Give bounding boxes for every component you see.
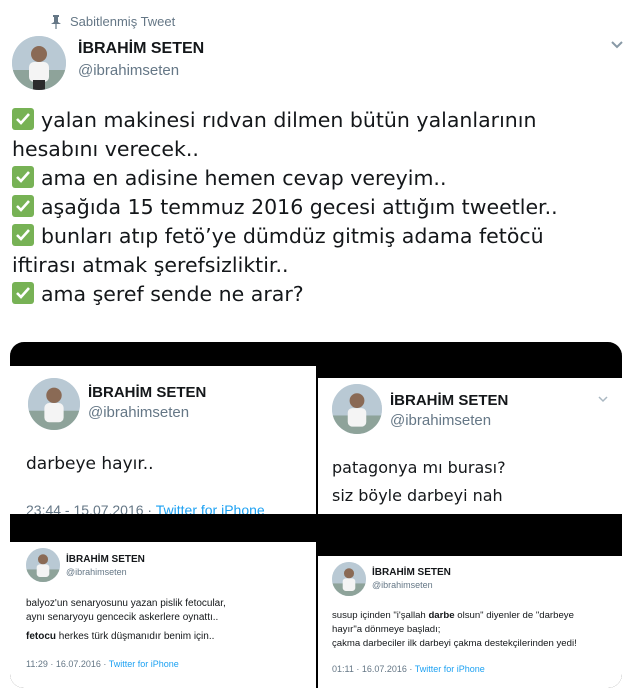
screenshot-bottom-right[interactable]: İBRAHİM SETEN @ibrahimseten susup içinde… [318,516,622,688]
check-mark-icon [12,166,34,188]
tweet-line: yalan makinesi rıdvan dilmen bütün yalan… [12,106,632,135]
screenshot-avatar [332,562,366,596]
check-mark-icon [12,224,34,246]
tweet-line: ama şeref sende ne arar? [12,280,632,309]
screenshot-tweet-text: darbeye hayır.. [26,454,154,474]
screenshot-meta: 23:44 - 15.07.2016 · Twitter for iPhone [26,502,265,514]
pin-icon [51,14,61,29]
redaction-bar [318,342,622,378]
tweet-media-grid[interactable]: İBRAHİM SETEN @ibrahimseten darbeye hayı… [10,342,622,688]
author-handle[interactable]: @ibrahimseten [78,62,179,79]
tweet-line: ama en adisine hemen cevap vereyim.. [12,164,632,193]
redaction-bar [10,516,316,542]
author-name[interactable]: İBRAHİM SETEN [78,40,204,58]
tweet-line: bunları atıp fetö’ye dümdüz gitmiş adama… [12,222,632,251]
screenshot-author-handle: @ibrahimseten [66,567,127,577]
redaction-bar [318,516,622,556]
screenshot-author-name: İBRAHİM SETEN [390,392,509,409]
screenshot-meta: 11:29 · 16.07.2016 · Twitter for iPhone [26,659,179,669]
screenshot-author-handle: @ibrahimseten [390,412,492,429]
screenshot-tweet-line: siz böyle darbeyi nah [332,486,503,505]
screenshot-author-name: İBRAHİM SETEN [88,384,207,401]
tweet-line: iftirası atmak şerefsizliktir.. [12,253,289,277]
check-mark-icon [12,195,34,217]
screenshot-author-handle: @ibrahimseten [372,580,433,590]
screenshot-author-name: İBRAHİM SETEN [66,554,145,565]
screenshot-author-name: İBRAHİM SETEN [372,567,451,578]
screenshot-top-left[interactable]: İBRAHİM SETEN @ibrahimseten darbeye hayı… [10,342,316,514]
screenshot-tweet-line: aynı senaryoyu gencecik askerlere oynatt… [26,612,219,623]
chevron-down-icon[interactable] [610,40,624,50]
chevron-down-icon [598,396,608,403]
check-mark-icon [12,108,34,130]
screenshot-avatar [332,384,382,434]
screenshot-avatar [26,548,60,582]
screenshot-tweet-line: hayır"a dönmeye başladı; [332,624,441,635]
tweet-line: hesabını verecek.. [12,137,199,161]
tweet-line: aşağıda 15 temmuz 2016 gecesi attığım tw… [12,193,632,222]
screenshot-author-handle: @ibrahimseten [88,404,190,421]
screenshot-top-right[interactable]: İBRAHİM SETEN @ibrahimseten patagonya mı… [318,342,622,514]
screenshot-tweet-line: çakma darbeciler ilk darbeyi çakma deste… [332,638,577,649]
author-avatar[interactable] [12,36,66,90]
screenshot-meta: 01:11 · 16.07.2016 · Twitter for iPhone [332,664,485,674]
tweet-text: yalan makinesi rıdvan dilmen bütün yalan… [12,106,632,309]
screenshot-tweet-line: patagonya mı burası? [332,458,506,477]
check-mark-icon [12,282,34,304]
screenshot-tweet-line: fetocu herkes türk düşmanıdır benim için… [26,631,215,642]
pinned-label: Sabitlenmiş Tweet [70,14,176,29]
screenshot-tweet-line: susup içinden "i'şallah darbe olsun" diy… [332,610,574,621]
screenshot-tweet-line: balyoz'un senaryosunu yazan pislik fetoc… [26,598,226,609]
screenshot-avatar [28,378,80,430]
pinned-tweet-header: Sabitlenmiş Tweet [50,14,175,29]
screenshot-bottom-left[interactable]: İBRAHİM SETEN @ibrahimseten balyoz'un se… [10,516,316,688]
redaction-bar [10,342,316,366]
